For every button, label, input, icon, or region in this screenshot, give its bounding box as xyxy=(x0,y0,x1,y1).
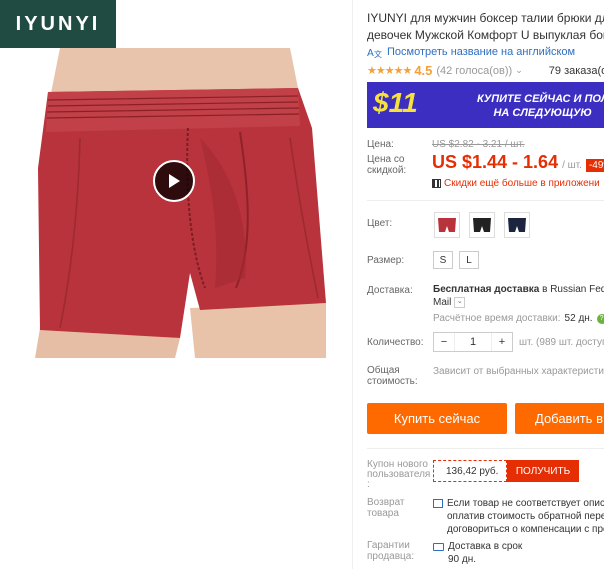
guarantee-text: Доставка в срок 90 дн. xyxy=(433,540,522,566)
section-divider xyxy=(367,448,604,449)
orders-count: 79 заказа(ов) xyxy=(548,64,604,77)
translate-title-link[interactable]: A文 Посмотреть название на английском xyxy=(367,46,575,58)
sale-price: US $1.44 - 1.64 xyxy=(432,152,559,172)
discount-price-label: Цена со скидкой: xyxy=(367,154,407,176)
svg-text:A: A xyxy=(367,48,374,58)
rating-stars-icon: ★★★★★ xyxy=(367,65,412,77)
quantity-label: Количество: xyxy=(367,337,424,348)
sale-price-row: US $1.44 - 1.64 / шт. -49% xyxy=(432,152,604,173)
color-swatch-navy[interactable] xyxy=(504,212,530,238)
total-label: Общая стоимость: xyxy=(367,365,418,387)
get-coupon-button[interactable]: ПОЛУЧИТЬ xyxy=(507,460,579,482)
translate-icon: A文 xyxy=(367,48,382,58)
check-circle-icon: ? xyxy=(596,313,604,324)
shipping-value: Бесплатная доставка в Russian Fede xyxy=(433,284,604,295)
rating-value: 4.5 xyxy=(414,63,433,78)
per-unit: / шт. xyxy=(562,160,582,171)
red-boxer-icon xyxy=(438,218,456,232)
banner-amount: $11 xyxy=(373,87,418,118)
coupon-label: Купон нового пользователя : xyxy=(367,459,431,490)
total-value: Зависит от выбранных характеристи xyxy=(433,366,604,377)
votes-link[interactable]: (42 голоса(ов)) xyxy=(436,65,512,77)
return-policy-icon xyxy=(433,499,443,508)
play-icon xyxy=(169,174,180,188)
product-image-panel: IYUNYI xyxy=(0,0,338,362)
delivery-eta: Расчётное время доставки: 52 дн. ? xyxy=(433,313,604,324)
color-swatch-red[interactable] xyxy=(434,212,460,238)
quantity-available: шт. (989 шт. доступ xyxy=(519,337,604,348)
banner-text: КУПИТЕ СЕЙЧАС И ПОЛ НА СЛЕДУЮЩУЮ xyxy=(477,93,604,119)
shipping-label: Доставка: xyxy=(367,285,413,296)
coupon-amount: 136,42 руб. xyxy=(433,460,507,482)
qr-code-icon xyxy=(432,179,441,188)
app-deal-link[interactable]: Скидки ещё больше в приложени xyxy=(432,178,600,189)
video-play-button[interactable] xyxy=(153,160,195,202)
color-swatch-black[interactable] xyxy=(469,212,495,238)
carrier-select[interactable]: Mail ⌄ xyxy=(433,297,466,308)
color-label: Цвет: xyxy=(367,218,393,229)
returns-label: Возврат товара xyxy=(367,497,405,519)
returns-text: Если товар не соответствует описа оплати… xyxy=(433,497,604,536)
discount-badge: -49% xyxy=(585,159,604,172)
product-photo[interactable] xyxy=(0,48,338,358)
svg-text:文: 文 xyxy=(374,49,382,58)
size-option-s[interactable]: S xyxy=(433,251,453,269)
quantity-increase-button[interactable]: + xyxy=(491,333,512,351)
rating-row: ★★★★★ 4.5 (42 голоса(ов)) ⌄ 79 заказа(ов… xyxy=(367,63,604,78)
product-title: IYUNYI для мужчин боксер талии брюки для… xyxy=(367,11,604,42)
buy-now-button[interactable]: Купить сейчас xyxy=(367,403,507,434)
add-to-cart-button[interactable]: Добавить в xyxy=(515,403,604,434)
brand-logo: IYUNYI xyxy=(0,0,116,48)
chevron-down-icon: ⌄ xyxy=(515,65,523,75)
delivery-truck-icon xyxy=(433,542,444,551)
guarantee-label: Гарантии продавца: xyxy=(367,540,415,562)
black-boxer-icon xyxy=(473,218,491,232)
section-divider xyxy=(367,200,604,201)
quantity-input[interactable]: 1 xyxy=(455,333,491,351)
navy-boxer-icon xyxy=(508,218,526,232)
old-price: US $2.82 - 3.21 / шт. xyxy=(432,139,525,150)
chevron-down-icon: ⌄ xyxy=(454,297,466,308)
size-label: Размер: xyxy=(367,255,405,266)
quantity-decrease-button[interactable]: − xyxy=(434,333,455,351)
size-option-l[interactable]: L xyxy=(459,251,479,269)
panel-divider xyxy=(352,0,353,569)
promo-banner[interactable]: $11 КУПИТЕ СЕЙЧАС И ПОЛ НА СЛЕДУЮЩУЮ xyxy=(367,82,604,128)
product-info-panel: IYUNYI для мужчин боксер талии брюки для… xyxy=(367,0,604,569)
price-label: Цена: xyxy=(367,139,394,150)
quantity-stepper: − 1 + xyxy=(433,332,513,352)
